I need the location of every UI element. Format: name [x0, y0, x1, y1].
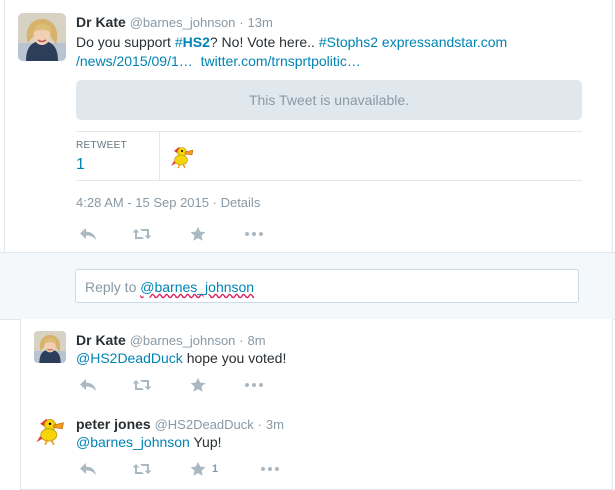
more-icon — [245, 383, 263, 387]
reply-author-avatar[interactable] — [34, 414, 66, 446]
duck-icon — [36, 418, 64, 446]
reply-input-text: Reply to @barnes_johnson — [85, 279, 254, 295]
tweet-text-line-1: Do you support #HS2? No! Vote here.. #St… — [76, 33, 507, 52]
reply-text-body: hope you voted! — [182, 350, 287, 366]
reply-actions — [79, 376, 279, 394]
retweet-icon — [132, 380, 152, 390]
reply-age[interactable]: 3m — [266, 417, 284, 432]
retweet-count[interactable]: 1 — [76, 156, 85, 174]
reply-mention-link[interactable]: @barnes_johnson — [76, 434, 190, 450]
hashtag-hs2-word: HS2 — [182, 34, 210, 50]
reply-text-body: Yup! — [189, 434, 222, 450]
hashtag-stophs2[interactable]: #Stophs2 — [319, 34, 378, 50]
tweet-header: Dr Kate @barnes_johnson · 13m — [76, 14, 273, 30]
more-icon — [261, 467, 279, 471]
favorite-count: 1 — [212, 463, 219, 475]
more-button[interactable] — [244, 225, 264, 243]
star-icon — [190, 377, 206, 392]
tweet-stats: RETWEET 1 — [76, 131, 582, 181]
more-button[interactable] — [260, 460, 280, 478]
reply-text: @HS2DeadDuck hope you voted! — [76, 349, 286, 368]
reply-icon — [80, 379, 96, 391]
tweet-age[interactable]: 13m — [248, 15, 273, 30]
reply-author-name[interactable]: Dr Kate — [76, 332, 126, 348]
tweet-text-line-2: /news/2015/09/1… twitter.com/trnsprtpoli… — [76, 52, 361, 71]
link-twitter[interactable]: twitter.com/trnsprtpolitic… — [201, 53, 361, 69]
reply-author-handle[interactable]: @barnes_johnson — [130, 333, 236, 348]
time-separator: · — [239, 15, 244, 30]
reply-button[interactable] — [79, 225, 97, 243]
tweet-timestamp: 4:28 AM - 15 Sep 2015 — [76, 195, 209, 210]
reply-tweet[interactable]: peter jones @HS2DeadDuck · 3m @barnes_jo… — [20, 403, 613, 490]
reply-tweet[interactable]: Dr Kate @barnes_johnson · 8m @HS2DeadDuc… — [20, 319, 613, 404]
reply-author-avatar[interactable] — [34, 331, 66, 363]
reply-button[interactable] — [79, 376, 97, 394]
hashtag-hs2-hash: # — [174, 34, 183, 50]
reply-author-handle[interactable]: @HS2DeadDuck — [155, 417, 254, 432]
author-handle[interactable]: @barnes_johnson — [130, 15, 236, 30]
main-tweet: Dr Kate @barnes_johnson · 13m Do you sup… — [4, 0, 613, 252]
retweet-label: RETWEET — [76, 140, 127, 151]
reply-icon — [80, 463, 96, 475]
time-separator: · — [257, 417, 263, 432]
reply-prefix: Reply to — [85, 279, 141, 295]
more-icon — [245, 232, 263, 236]
favorite-button[interactable]: 1 — [190, 460, 218, 478]
reply-mention-link[interactable]: @HS2DeadDuck — [76, 350, 183, 366]
retweet-button[interactable] — [132, 225, 152, 243]
hashtag-hs2[interactable]: #HS2 — [175, 34, 210, 50]
retweet-button[interactable] — [132, 460, 152, 478]
retweet-icon — [132, 229, 152, 239]
tweet-actions — [79, 225, 279, 243]
favorite-button[interactable] — [190, 225, 206, 243]
reply-input[interactable]: Reply to @barnes_johnson — [75, 269, 579, 303]
meta-separator: · — [212, 195, 217, 210]
author-name[interactable]: Dr Kate — [76, 14, 126, 30]
stats-divider — [159, 132, 160, 180]
quoted-tweet-unavailable: This Tweet is unavailable. — [76, 80, 582, 120]
reply-icon — [80, 228, 96, 240]
retweet-icon — [132, 464, 152, 474]
star-icon — [190, 226, 206, 241]
retweet-button[interactable] — [132, 376, 152, 394]
link-expressandstar-path[interactable]: /news/2015/09/1… — [76, 53, 193, 69]
favorite-button[interactable] — [190, 376, 206, 394]
author-avatar[interactable] — [18, 13, 66, 61]
reply-header: Dr Kate @barnes_johnson · 8m — [76, 332, 266, 348]
reply-header: peter jones @HS2DeadDuck · 3m — [76, 416, 284, 432]
reply-actions: 1 — [79, 460, 279, 478]
tweet-text-prefix: Do you support — [76, 34, 175, 50]
reply-text: @barnes_johnson Yup! — [76, 433, 222, 452]
reply-author-name[interactable]: peter jones — [76, 416, 151, 432]
reply-age[interactable]: 8m — [248, 333, 266, 348]
reply-composer: Reply to @barnes_johnson — [0, 252, 615, 320]
details-link[interactable]: Details — [221, 195, 261, 210]
reply-mention: @barnes_johnson — [140, 279, 255, 295]
time-separator: · — [239, 333, 244, 348]
retweeter-avatar[interactable] — [169, 143, 195, 169]
more-button[interactable] — [244, 376, 264, 394]
reply-button[interactable] — [79, 460, 97, 478]
duck-icon — [171, 147, 194, 169]
tweet-text-middle: ? No! Vote here.. — [209, 34, 319, 50]
tweet-meta: 4:28 AM - 15 Sep 2015 · Details — [76, 195, 260, 210]
link-expressandstar[interactable]: expressandstar.com — [382, 34, 507, 50]
star-icon — [190, 461, 206, 476]
